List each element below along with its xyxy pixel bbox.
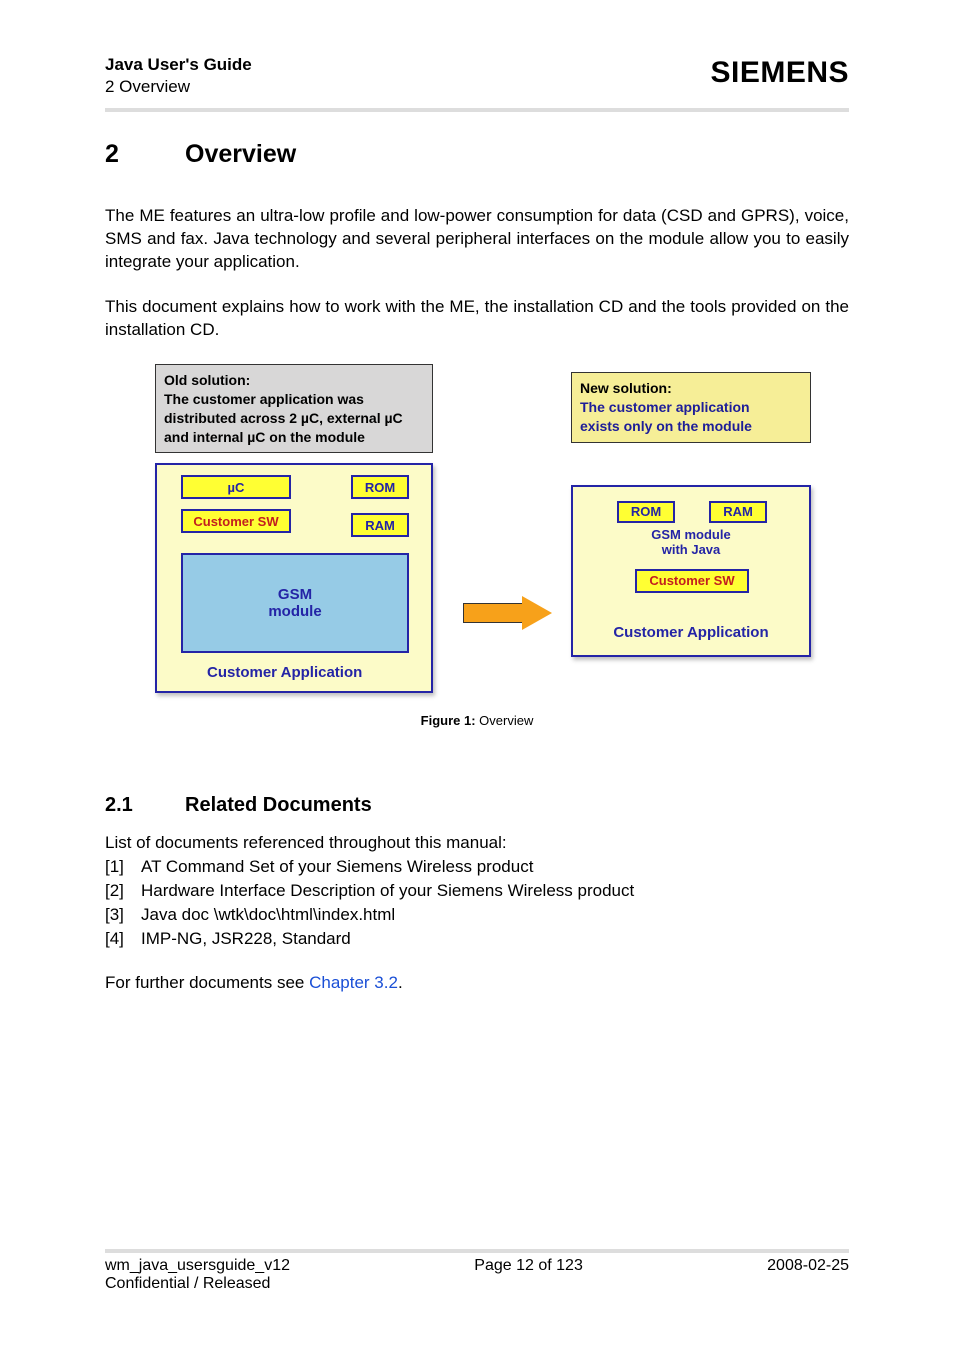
gsm-java-line2: with Java bbox=[573, 542, 809, 558]
doc-title: Java User's Guide bbox=[105, 54, 252, 76]
chapter-link[interactable]: Chapter 3.2 bbox=[309, 973, 398, 992]
new-solution-note: New solution: The customer application e… bbox=[571, 372, 811, 443]
arrow-icon bbox=[463, 596, 559, 630]
figure-caption-bold: Figure 1: bbox=[421, 713, 476, 728]
chapter-heading: 2Overview bbox=[105, 140, 849, 169]
gsm-line2: module bbox=[268, 603, 321, 620]
ref-text: AT Command Set of your Siemens Wireless … bbox=[141, 855, 533, 879]
rom-chip: ROM bbox=[351, 475, 409, 499]
gsm-java-label: GSM module with Java bbox=[573, 527, 809, 558]
ref-text: Java doc \wtk\doc\html\index.html bbox=[141, 903, 395, 927]
list-item: [3] Java doc \wtk\doc\html\index.html bbox=[105, 903, 849, 927]
reference-list: [1] AT Command Set of your Siemens Wirel… bbox=[105, 855, 849, 950]
gsm-line1: GSM bbox=[278, 586, 312, 603]
old-note-line3: and internal µC on the module bbox=[164, 428, 424, 447]
further-pre: For further documents see bbox=[105, 973, 309, 992]
new-note-line1: The customer application bbox=[580, 398, 802, 417]
footer-rule bbox=[105, 1249, 849, 1253]
rom-chip-new: ROM bbox=[617, 501, 675, 523]
old-solution-note: Old solution: The customer application w… bbox=[155, 364, 433, 454]
header-left: Java User's Guide 2 Overview bbox=[105, 54, 252, 98]
ram-chip: RAM bbox=[351, 513, 409, 537]
old-note-line2: distributed across 2 µC, external µC bbox=[164, 409, 424, 428]
customer-app-label-new: Customer Application bbox=[573, 624, 809, 641]
gsm-java-line1: GSM module bbox=[573, 527, 809, 543]
section-heading: 2.1Related Documents bbox=[105, 794, 849, 817]
paragraph-1: The ME features an ultra-low profile and… bbox=[105, 205, 849, 274]
footer-left: wm_java_usersguide_v12 bbox=[105, 1257, 290, 1275]
brand-logo: SIEMENS bbox=[710, 54, 849, 90]
footer-center: Page 12 of 123 bbox=[474, 1257, 583, 1275]
ram-chip-new: RAM bbox=[709, 501, 767, 523]
section-number: 2.1 bbox=[105, 794, 185, 817]
uc-chip: µC bbox=[181, 475, 291, 499]
further-docs: For further documents see Chapter 3.2. bbox=[105, 973, 849, 993]
paragraph-2: This document explains how to work with … bbox=[105, 296, 849, 342]
new-solution-panel: ROM RAM GSM module with Java Customer SW… bbox=[571, 485, 811, 657]
chapter-title: Overview bbox=[185, 140, 296, 168]
footer-right: 2008-02-25 bbox=[767, 1257, 849, 1275]
ref-text: IMP-NG, JSR228, Standard bbox=[141, 927, 351, 951]
section-title: Related Documents bbox=[185, 794, 372, 816]
customer-sw-chip: Customer SW bbox=[181, 509, 291, 533]
list-intro: List of documents referenced throughout … bbox=[105, 833, 849, 853]
ref-index: [1] bbox=[105, 855, 141, 879]
list-item: [1] AT Command Set of your Siemens Wirel… bbox=[105, 855, 849, 879]
list-item: [4] IMP-NG, JSR228, Standard bbox=[105, 927, 849, 951]
old-note-title: Old solution: bbox=[164, 371, 424, 390]
page-footer: wm_java_usersguide_v12 Page 12 of 123 20… bbox=[105, 1249, 849, 1293]
footer-sub: Confidential / Released bbox=[105, 1275, 849, 1293]
figure-caption: Figure 1: Overview bbox=[105, 713, 849, 728]
header-rule bbox=[105, 108, 849, 112]
ref-index: [4] bbox=[105, 927, 141, 951]
figure-1: Old solution: The customer application w… bbox=[105, 364, 849, 694]
doc-section: 2 Overview bbox=[105, 76, 252, 98]
customer-sw-chip-new: Customer SW bbox=[635, 569, 749, 593]
ref-index: [3] bbox=[105, 903, 141, 927]
ref-text: Hardware Interface Description of your S… bbox=[141, 879, 634, 903]
old-note-line1: The customer application was bbox=[164, 390, 424, 409]
customer-app-label: Customer Application bbox=[207, 664, 362, 681]
ref-index: [2] bbox=[105, 879, 141, 903]
new-note-line2: exists only on the module bbox=[580, 417, 802, 436]
list-item: [2] Hardware Interface Description of yo… bbox=[105, 879, 849, 903]
new-note-title: New solution: bbox=[580, 379, 802, 398]
old-solution-panel: µC ROM Customer SW RAM GSM module Custom… bbox=[155, 463, 433, 693]
gsm-module-chip: GSM module bbox=[181, 553, 409, 653]
chapter-number: 2 bbox=[105, 140, 185, 169]
further-post: . bbox=[398, 973, 403, 992]
figure-caption-text: Overview bbox=[476, 713, 534, 728]
